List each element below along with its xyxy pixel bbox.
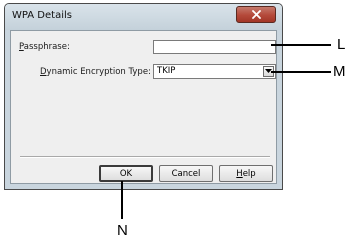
encryption-type-select[interactable]: TKIP [153, 64, 276, 79]
callout-line-m [271, 71, 331, 73]
dialog-body: Passphrase: Dynamic Encryption Type: TKI… [10, 30, 277, 184]
passphrase-label: Passphrase: [19, 42, 70, 52]
separator [20, 156, 270, 158]
cancel-button[interactable]: Cancel [159, 165, 213, 182]
wpa-details-dialog: WPA Details Passphrase: Dynamic Encrypti… [4, 3, 283, 190]
callout-label-l: L [337, 36, 346, 53]
callout-line-l [271, 44, 331, 46]
passphrase-input[interactable] [153, 40, 276, 54]
encryption-type-label: Dynamic Encryption Type: [40, 67, 151, 77]
callout-label-m: M [333, 63, 346, 80]
window-title: WPA Details [12, 10, 72, 21]
close-icon [251, 10, 261, 19]
callout-line-n [121, 181, 123, 219]
close-button[interactable] [236, 6, 276, 23]
help-button[interactable]: Help [219, 165, 273, 182]
title-bar[interactable]: WPA Details [5, 4, 282, 30]
callout-label-n: N [117, 222, 128, 239]
ok-button[interactable]: OK [99, 165, 153, 182]
encryption-type-value: TKIP [157, 66, 176, 76]
